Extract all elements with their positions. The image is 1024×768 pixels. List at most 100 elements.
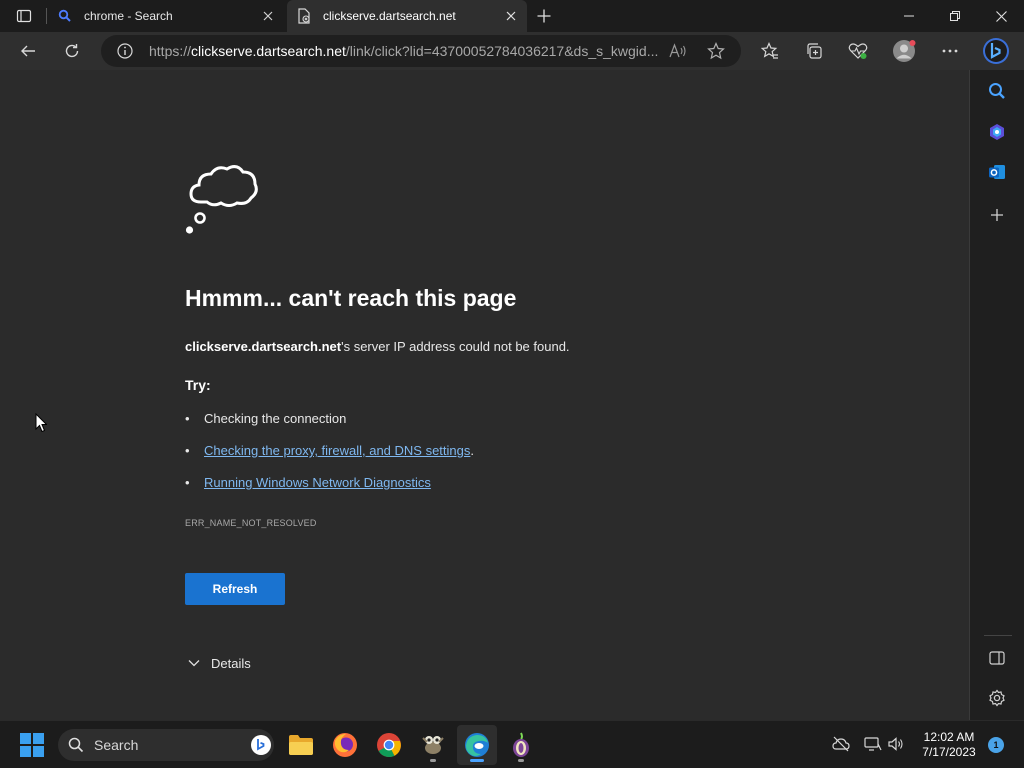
chrome-icon [376,732,402,758]
tab-title: clickserve.dartsearch.net [323,9,456,23]
bing-copilot-button[interactable] [980,35,1012,67]
new-tab-button[interactable] [530,0,558,32]
browser-essentials-button[interactable] [842,35,874,67]
refresh-page-button[interactable]: Refresh [185,573,285,605]
restore-icon [950,11,960,21]
url-path: /link/click?lid=43700052784036217&ds_s_k… [345,43,659,59]
more-button[interactable] [934,35,966,67]
cloud-offline-icon[interactable] [832,736,850,752]
system-clock[interactable]: 12:02 AM 7/17/2023 [912,730,986,760]
suggestion-item: • Checking the connection [185,411,346,426]
search-icon [58,9,84,23]
edge-icon [464,732,490,758]
gimp-icon [420,732,446,758]
close-tab-button[interactable] [501,6,521,26]
details-toggle[interactable]: Details [188,653,251,673]
address-bar[interactable]: https://clickserve.dartsearch.net/link/c… [101,35,741,67]
bullet: • [185,443,190,458]
tab-title: chrome - Search [84,9,173,23]
thinking-cloud-icon [185,162,259,234]
running-indicator [430,759,436,762]
bullet: • [185,475,190,490]
taskbar-search[interactable]: Search [58,729,274,761]
taskbar-edge[interactable] [457,725,497,765]
error-description-text: 's server IP address could not be found. [341,339,570,354]
network-diagnostics-link[interactable]: Running Windows Network Diagnostics [204,475,431,490]
error-code: ERR_NAME_NOT_RESOLVED [185,518,317,528]
url-text[interactable]: https://clickserve.dartsearch.net/link/c… [149,35,659,67]
sidebar-outlook-button[interactable] [982,157,1012,187]
url-host: clickserve.dartsearch.net [191,43,346,59]
tab-actions-icon [16,8,32,24]
running-indicator [518,759,524,762]
error-host: clickserve.dartsearch.net [185,339,342,354]
start-button[interactable] [12,725,52,765]
profile-button[interactable] [888,35,920,67]
suggestion-suffix: . [470,443,475,458]
try-label: Try: [185,377,211,393]
notification-badge[interactable]: 1 [988,737,1004,753]
search-icon [68,737,84,753]
suggestion-text: Checking the connection [204,411,347,426]
favorite-star-icon[interactable] [707,42,725,60]
taskbar-file-explorer[interactable] [281,725,321,765]
close-window-button[interactable] [978,0,1024,32]
clock-time: 12:02 AM [923,730,975,744]
collections-icon [805,42,823,60]
info-icon[interactable] [117,43,133,59]
bing-copilot-icon [982,37,1010,65]
title-bar: chrome - Search clickserve.dartsearch.ne… [0,0,1024,32]
taskbar-firefox[interactable] [325,725,365,765]
mouse-cursor-icon [35,413,47,433]
tab-chrome-search[interactable]: chrome - Search [48,0,284,32]
favorites-icon [761,42,779,60]
outlook-icon [988,163,1006,181]
clock-date: 7/17/2023 [922,745,976,759]
more-icon [942,49,958,53]
taskbar-chrome[interactable] [369,725,409,765]
favorites-button[interactable] [754,35,786,67]
firefox-icon [332,732,358,758]
collections-button[interactable] [798,35,830,67]
close-tab-button[interactable] [258,6,278,26]
close-icon [995,10,1007,22]
add-icon [990,208,1004,222]
suggestion-item: • Running Windows Network Diagnostics [185,475,431,490]
error-description: clickserve.dartsearch.net's server IP ad… [185,339,570,354]
suggestion-item: • Checking the proxy, firewall, and DNS s… [185,443,474,458]
url-prefix: https:// [149,43,192,59]
network-icon[interactable] [864,736,882,752]
taskbar-tor[interactable] [501,725,541,765]
details-label: Details [211,655,251,671]
proxy-settings-link[interactable]: Checking the proxy, firewall, and DNS se… [204,443,470,458]
plus-icon [537,9,551,23]
minimize-button[interactable] [886,0,932,32]
refresh-button[interactable] [56,35,88,67]
copilot-icon [988,123,1006,141]
tor-icon [509,732,533,758]
read-aloud-icon[interactable] [669,43,687,59]
sidebar-add-button[interactable] [982,200,1012,230]
windows-logo-icon [20,733,44,757]
sidebar-copilot-button[interactable] [982,117,1012,147]
sidebar-settings-button[interactable] [982,683,1012,713]
hide-sidebar-icon [989,651,1005,665]
tab-actions-button[interactable] [8,0,40,32]
sidebar-search-button[interactable] [982,76,1012,106]
bing-icon [250,734,272,756]
bullet: • [185,411,190,426]
browser-toolbar: https://clickserve.dartsearch.net/link/c… [0,32,1024,70]
active-indicator [470,759,484,762]
error-page [0,70,969,720]
broken-page-icon [297,8,323,24]
hide-sidebar-button[interactable] [982,643,1012,673]
health-icon [848,42,868,60]
search-icon [988,82,1006,100]
restore-button[interactable] [932,0,978,32]
taskbar-gimp[interactable] [413,725,453,765]
refresh-icon [64,43,80,59]
back-button[interactable] [12,35,44,67]
chevron-down-icon [188,659,200,667]
tab-clickserve[interactable]: clickserve.dartsearch.net [287,0,527,32]
volume-icon[interactable] [888,736,904,752]
